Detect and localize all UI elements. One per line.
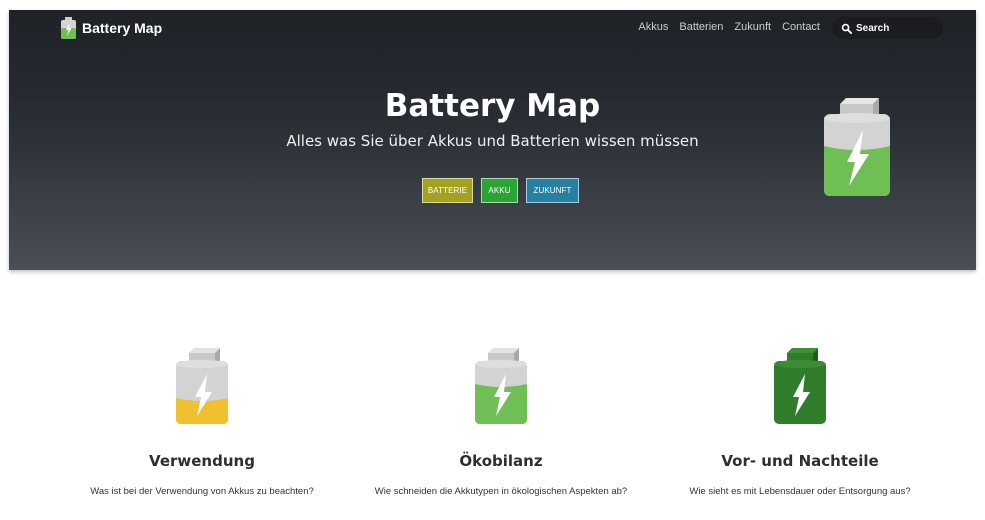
navbar: Battery Map Akkus Batterien Zukunft Cont… — [9, 10, 976, 46]
akku-button[interactable]: AKKU — [481, 178, 518, 203]
nav-link-batterien[interactable]: Batterien — [679, 21, 723, 33]
feature-title: Ökobilanz — [459, 452, 543, 470]
hero-buttons: BATTERIE AKKU ZUKUNFT — [422, 178, 579, 203]
feature-title: Vor- und Nachteile — [721, 452, 879, 470]
search-icon — [841, 23, 852, 34]
feature-text: Wie schneiden die Akkutypen in ökologisc… — [374, 486, 628, 497]
battery-darkgreen-icon — [774, 348, 826, 424]
nav-links: Akkus Batterien Zukunft Contact — [638, 21, 820, 33]
feature-title: Verwendung — [149, 452, 255, 470]
search-box[interactable] — [832, 17, 943, 39]
battery-green-icon — [475, 348, 527, 424]
battery-logo-icon — [61, 17, 76, 39]
nav-link-akkus[interactable]: Akkus — [638, 21, 668, 33]
zukunft-button[interactable]: ZUKUNFT — [526, 178, 579, 203]
feature-text: Wie sieht es mit Lebensdauer oder Entsor… — [689, 486, 911, 497]
feature-text: Was ist bei der Verwendung von Akkus zu … — [90, 486, 314, 497]
brand-name: Battery Map — [82, 20, 163, 36]
brand[interactable]: Battery Map — [61, 17, 162, 39]
page: Battery Map Akkus Batterien Zukunft Cont… — [0, 0, 985, 520]
nav-link-zukunft[interactable]: Zukunft — [734, 21, 771, 33]
search-input[interactable] — [856, 22, 936, 34]
hero-section: Battery Map Akkus Batterien Zukunft Cont… — [9, 10, 976, 270]
nav-link-contact[interactable]: Contact — [782, 21, 820, 33]
batterie-button[interactable]: BATTERIE — [422, 178, 473, 203]
battery-yellow-icon — [176, 348, 228, 424]
hero-battery-icon — [824, 98, 890, 196]
